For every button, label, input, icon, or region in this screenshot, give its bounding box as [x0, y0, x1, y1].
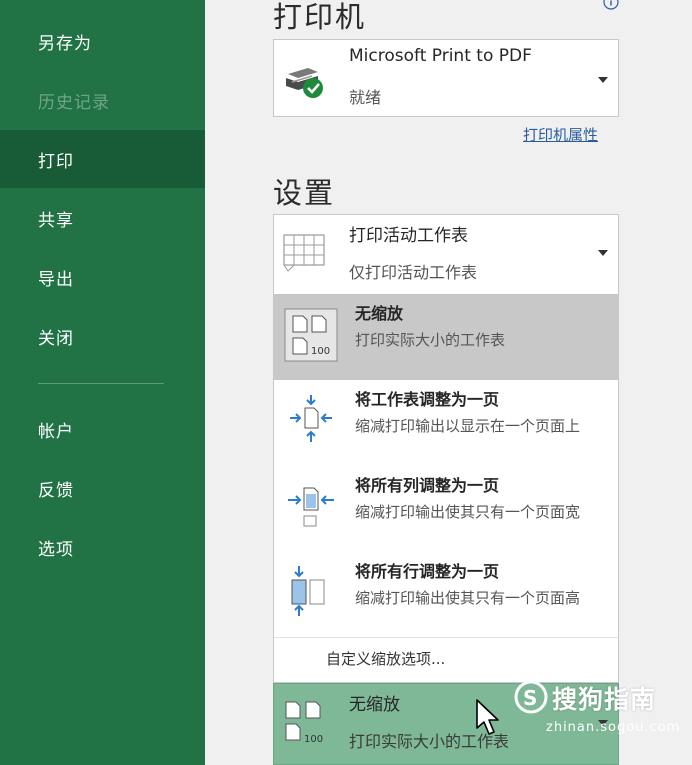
nav-close[interactable]: 关闭	[0, 307, 205, 365]
backstage-sidebar: 另存为 历史记录 打印 共享 导出 关闭 帐户 反馈 选项	[0, 0, 205, 765]
custom-scaling-link[interactable]: 自定义缩放选项...	[326, 648, 445, 669]
nav-account[interactable]: 帐户	[0, 400, 205, 458]
scaling-menu: 100 无缩放 打印实际大小的工作表 将工作表调整为一页 缩减打印输出以显示在一…	[273, 288, 619, 683]
sidebar-divider	[38, 383, 164, 384]
printer-ready-icon	[286, 68, 323, 98]
settings-section-title: 设置	[273, 176, 336, 210]
nav-share[interactable]: 共享	[0, 189, 205, 247]
option-title: 无缩放	[355, 304, 404, 323]
mouse-cursor-icon	[476, 699, 499, 735]
option-desc: 缩减打印输出以显示在一个页面上	[355, 417, 581, 435]
fit-columns-icon	[288, 487, 334, 527]
scaling-option-fit-rows[interactable]: 将所有行调整为一页 缩减打印输出使其只有一个页面高	[274, 552, 618, 638]
svg-text:100: 100	[311, 346, 330, 357]
option-title: 将工作表调整为一页	[355, 390, 500, 409]
scaling-option-no-scaling[interactable]: 100 无缩放 打印实际大小的工作表	[274, 294, 618, 380]
nav-save-as[interactable]: 另存为	[0, 12, 205, 70]
print-what-sub: 仅打印活动工作表	[349, 263, 478, 282]
scaling-option-fit-columns[interactable]: 将所有列调整为一页 缩减打印输出使其只有一个页面宽	[274, 466, 618, 552]
printer-section-title: 打印机	[273, 0, 367, 34]
menu-divider	[274, 637, 618, 638]
nav-print[interactable]: 打印	[0, 130, 205, 188]
printer-dropdown[interactable]: Microsoft Print to PDF 就绪	[273, 39, 619, 117]
no-scaling-icon: 100	[285, 701, 323, 745]
fit-rows-icon	[291, 566, 325, 616]
svg-text:S: S	[523, 686, 537, 710]
watermark-url: zhinan.sogou.com	[546, 720, 681, 735]
option-desc: 缩减打印输出使其只有一个页面宽	[355, 503, 581, 521]
option-title: 将所有行调整为一页	[355, 562, 500, 581]
worksheet-grid-icon	[283, 234, 325, 272]
info-icon[interactable]	[603, 0, 619, 10]
option-desc: 打印实际大小的工作表	[355, 331, 506, 349]
option-title: 将所有列调整为一页	[355, 476, 500, 495]
nav-history: 历史记录	[38, 92, 110, 113]
nav-feedback[interactable]: 反馈	[0, 459, 205, 517]
print-pane: 打印机 Microsoft Print to PDF 就绪 打印机属性 设置 打…	[205, 0, 692, 765]
scaling-option-fit-sheet[interactable]: 将工作表调整为一页 缩减打印输出以显示在一个页面上	[274, 380, 618, 466]
option-desc: 缩减打印输出使其只有一个页面高	[355, 589, 581, 607]
print-what-dropdown[interactable]: 打印活动工作表 仅打印活动工作表	[273, 214, 619, 290]
sogou-logo-icon: S	[514, 680, 548, 714]
printer-name: Microsoft Print to PDF	[349, 46, 532, 66]
current-scaling-title: 无缩放	[349, 695, 400, 715]
no-scaling-icon: 100	[284, 308, 338, 362]
printer-properties-link[interactable]: 打印机属性	[523, 124, 598, 145]
printer-status: 就绪	[349, 88, 382, 107]
svg-text:100: 100	[304, 734, 323, 745]
nav-options[interactable]: 选项	[0, 518, 205, 576]
chevron-down-icon	[598, 250, 608, 256]
fit-sheet-icon	[290, 395, 332, 442]
watermark-brand: 搜狗指南	[552, 685, 657, 714]
chevron-down-icon	[598, 77, 608, 83]
nav-export[interactable]: 导出	[0, 248, 205, 306]
print-what-title: 打印活动工作表	[349, 226, 468, 246]
